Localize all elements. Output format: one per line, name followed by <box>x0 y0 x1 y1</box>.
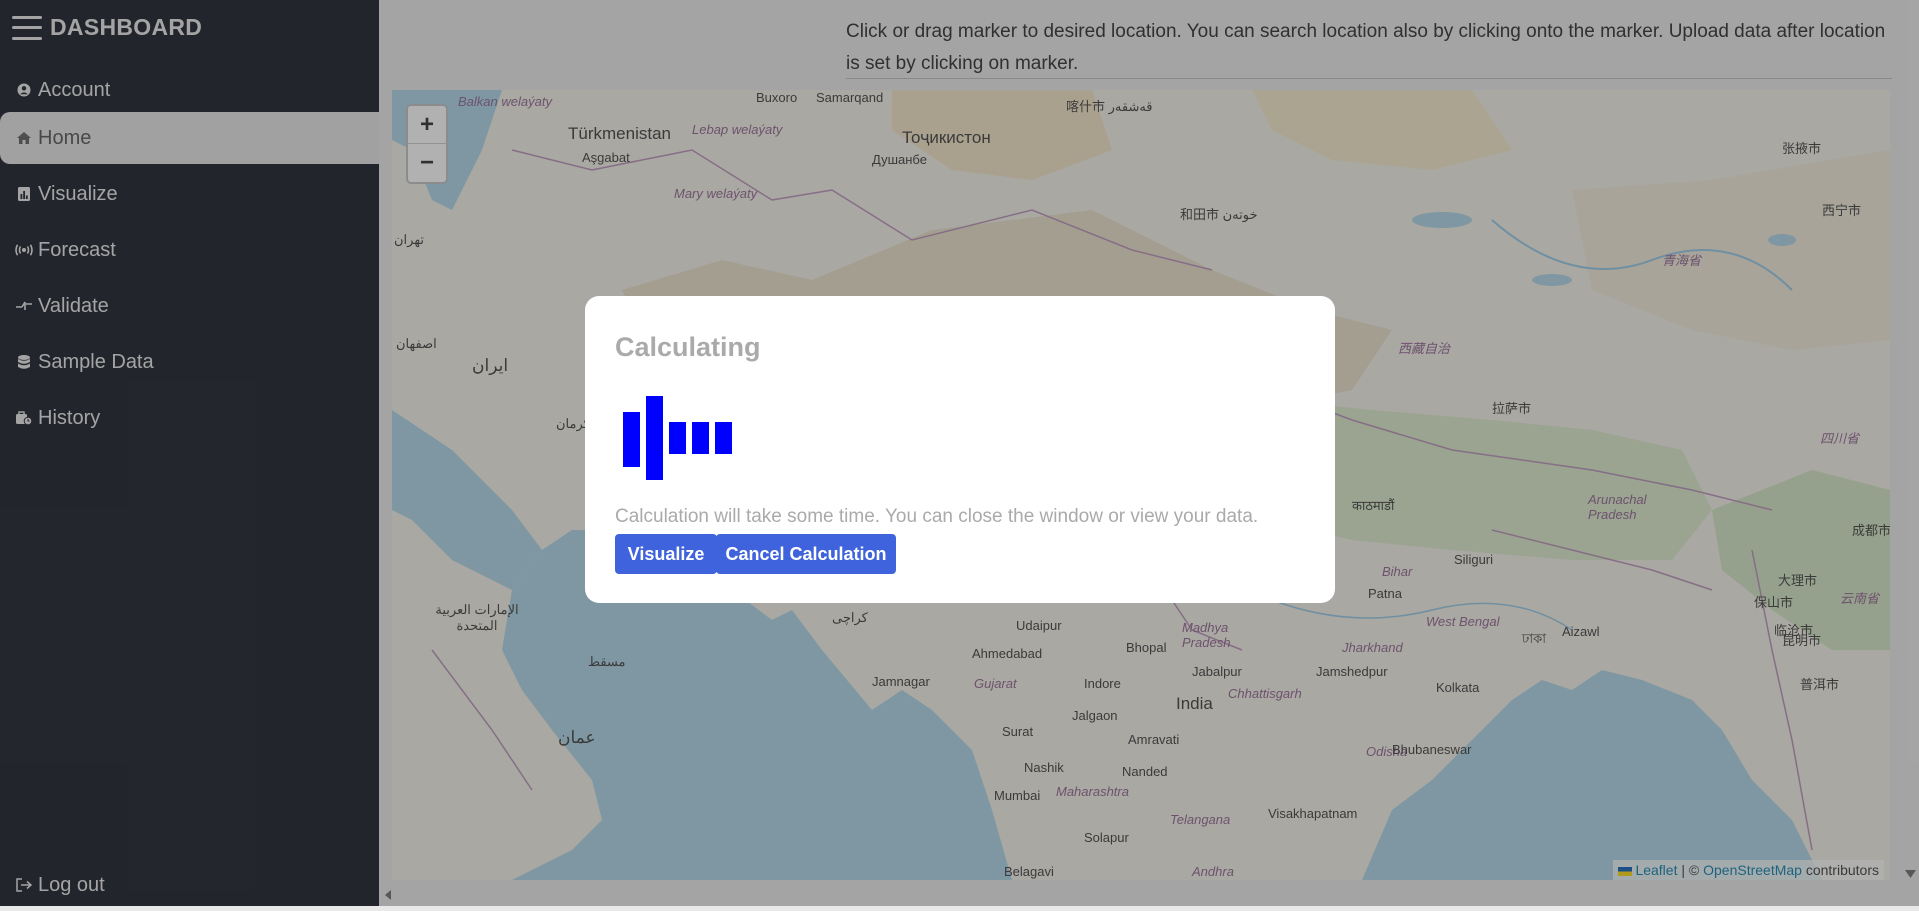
modal-message: Calculation will take some time. You can… <box>615 506 1259 527</box>
cancel-calculation-button[interactable]: Cancel Calculation <box>716 534 896 574</box>
calculating-modal: Calculating Calculation will take some t… <box>585 296 1335 603</box>
modal-title: Calculating <box>615 332 761 362</box>
loading-bars-icon <box>623 396 743 480</box>
visualize-button[interactable]: Visualize <box>615 534 717 574</box>
